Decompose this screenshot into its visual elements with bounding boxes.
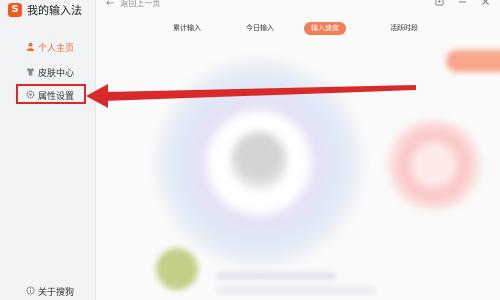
tab-active-hours[interactable]: 活跃时段 [383, 22, 425, 35]
tab-input-speed[interactable]: 输入速度 [304, 22, 346, 35]
back-link[interactable]: ← 返回上一页 [106, 0, 160, 9]
blurred-badge [384, 120, 484, 210]
tab-today-input[interactable]: 今日输入 [239, 22, 281, 35]
sidebar-item-about[interactable]: 关于搜狗 [0, 282, 95, 300]
sidebar-item-label: 关于搜狗 [38, 288, 75, 298]
blurred-text-line [216, 272, 336, 280]
person-icon [26, 42, 35, 51]
blurred-avatar [156, 248, 198, 290]
app-logo-icon: S [8, 3, 22, 17]
stats-tabs: 累计输入 今日输入 输入速度 活跃时段 [96, 22, 500, 36]
back-arrow-icon: ← [106, 0, 115, 9]
brand: S 我的输入法 [8, 2, 82, 18]
sidebar: S 我的输入法 个人主页 皮肤中心 属性设置 关于搜狗 [0, 0, 96, 300]
settings-icon[interactable] [435, 0, 444, 9]
close-icon[interactable] [481, 0, 490, 9]
highlight-box [16, 84, 86, 104]
minimize-icon[interactable] [458, 0, 467, 9]
app-window: S 我的输入法 个人主页 皮肤中心 属性设置 关于搜狗 ← 返回上一页 累计输入… [0, 0, 500, 300]
blurred-dial-center [234, 132, 284, 182]
info-icon [26, 286, 35, 295]
sidebar-item-profile[interactable]: 个人主页 [0, 38, 95, 56]
sidebar-item-label: 个人主页 [38, 44, 75, 54]
back-label: 返回上一页 [120, 0, 161, 8]
app-title: 我的输入法 [27, 4, 82, 17]
sidebar-item-label: 皮肤中心 [38, 69, 75, 79]
sidebar-item-skin-center[interactable]: 皮肤中心 [0, 63, 95, 81]
tab-total-input[interactable]: 累计输入 [166, 22, 208, 35]
main-panel: ← 返回上一页 累计输入 今日输入 输入速度 活跃时段 [96, 0, 500, 300]
blurred-text-line [216, 286, 376, 294]
window-controls [435, 0, 490, 9]
blurred-orange-button [446, 50, 500, 72]
shirt-icon [26, 67, 35, 76]
